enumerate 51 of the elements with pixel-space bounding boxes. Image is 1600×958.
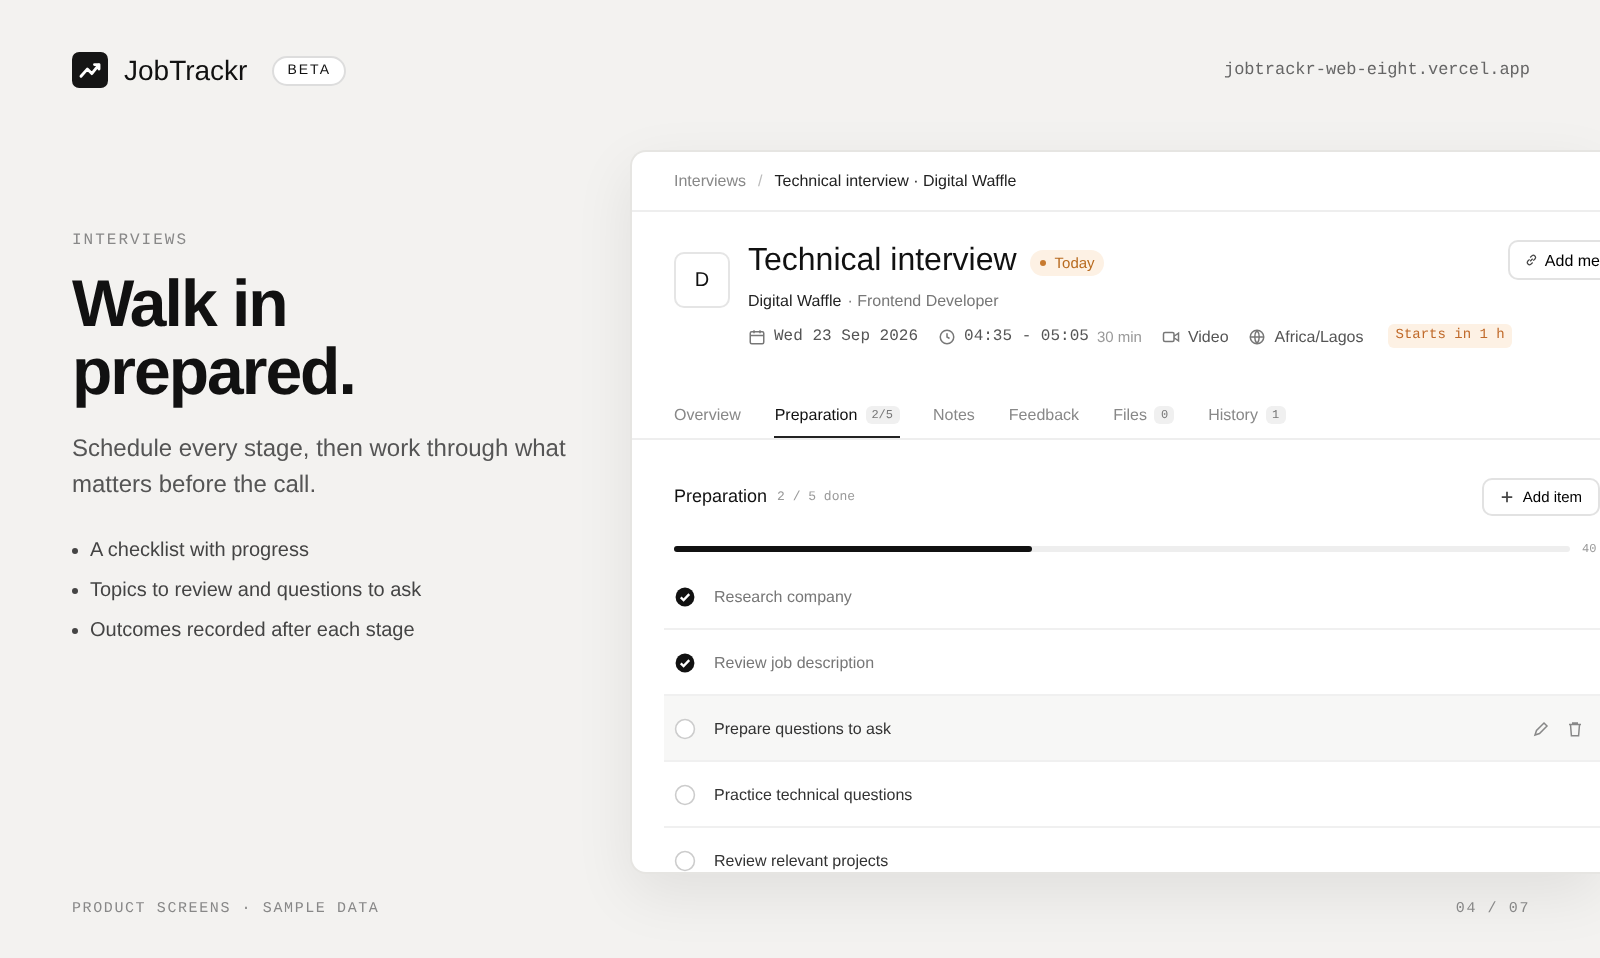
logo-icon (72, 52, 108, 88)
checklist-label: Review job description (714, 653, 877, 671)
site-url: jobtrackr-web-eight.vercel.app (1223, 60, 1530, 80)
checklist-label: Prepare questions to ask (714, 719, 893, 737)
checklist-label: Review relevant projects (714, 851, 891, 869)
bullet-icon (72, 588, 78, 594)
mode-label: Video (1187, 327, 1229, 345)
link-icon (1524, 252, 1539, 268)
add-meeting-button[interactable]: Add me (1508, 240, 1600, 280)
edit-icon[interactable] (1532, 719, 1550, 737)
bullet-icon (72, 628, 78, 634)
checkbox-icon[interactable] (674, 717, 696, 739)
checklist-label: Practice technical questions (714, 785, 915, 803)
tab[interactable]: Notes (933, 406, 975, 438)
time-label: 04:35 - 05:05 (964, 327, 1089, 345)
section-title: Preparation (674, 486, 768, 506)
checked-icon[interactable] (674, 585, 696, 607)
breadcrumb-separator: / (758, 172, 763, 190)
hero-subtitle: Schedule every stage, then work through what matters before the call. (72, 432, 568, 502)
checklist-row[interactable]: Practice technical questions (664, 762, 1600, 828)
company-avatar: D (674, 252, 730, 308)
checked-icon[interactable] (674, 651, 696, 673)
checklist-row[interactable]: Prepare questions to ask (664, 696, 1600, 762)
company-name: Digital Waffle (748, 292, 842, 310)
bullet-icon (72, 548, 78, 554)
feature-bullet: Outcomes recorded after each stage (90, 618, 415, 644)
eyebrow-label: INTERVIEWS (72, 232, 191, 250)
tab[interactable]: Feedback (1008, 406, 1080, 438)
interview-title: Technical interview (748, 244, 1017, 280)
dot-icon (1040, 260, 1047, 267)
clock-icon (938, 327, 957, 345)
checklist-label: Research company (714, 587, 854, 605)
feature-bullet: Topics to review and questions to ask (90, 578, 422, 604)
breadcrumb-link[interactable]: Interviews (674, 172, 747, 190)
globe-icon (1248, 327, 1267, 345)
checklist-row[interactable]: Research company (664, 564, 1600, 630)
delete-icon[interactable] (1566, 719, 1584, 737)
hero-title: Walk in prepared. (72, 270, 357, 406)
checklist-row[interactable]: Review relevant projects (664, 828, 1600, 872)
tab[interactable]: Overview (674, 406, 741, 438)
brand-name: JobTrackr (124, 54, 248, 86)
checkbox-icon[interactable] (674, 783, 696, 805)
feature-bullet: A checklist with progress (90, 538, 309, 564)
date-label: Wed 23 Sep 2026 (774, 327, 919, 345)
breadcrumb-current: Technical interview · Digital Waffle (774, 172, 1017, 190)
plus-icon (1500, 489, 1515, 503)
video-icon (1161, 327, 1180, 345)
role-label: · Frontend Developer (847, 292, 999, 310)
calendar-icon (748, 327, 766, 345)
timezone-label: Africa/Lagos (1274, 327, 1364, 345)
checkbox-icon[interactable] (674, 849, 696, 871)
